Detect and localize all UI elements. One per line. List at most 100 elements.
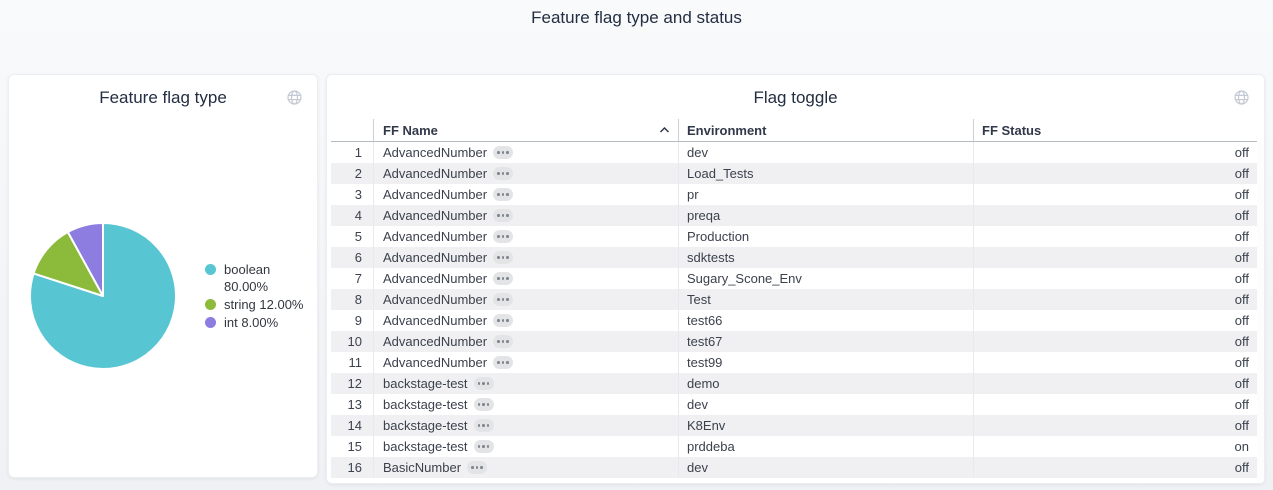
environment-cell: Production — [678, 226, 973, 247]
row-number: 3 — [331, 184, 373, 205]
ellipsis-icon[interactable] — [493, 356, 513, 369]
legend-dot — [205, 317, 216, 328]
ff-name-cell: backstage-test — [373, 394, 678, 415]
row-number: 11 — [331, 352, 373, 373]
ff-name-cell: backstage-test — [373, 373, 678, 394]
ellipsis-icon[interactable] — [493, 209, 513, 222]
table-row: 7AdvancedNumberSugary_Scone_Envoff — [331, 268, 1257, 289]
row-number: 4 — [331, 205, 373, 226]
ff-name: AdvancedNumber — [383, 145, 487, 160]
column-header-ff-status[interactable]: FF Status — [973, 119, 1257, 141]
legend-dot — [205, 299, 216, 310]
globe-icon[interactable] — [286, 89, 303, 106]
legend-item-string[interactable]: string 12.00% — [205, 296, 304, 313]
column-header-ff-name[interactable]: FF Name — [373, 119, 678, 141]
ff-name-cell: AdvancedNumber — [373, 163, 678, 184]
row-number: 8 — [331, 289, 373, 310]
environment-cell: prddeba — [678, 436, 973, 457]
ff-status-cell: off — [973, 205, 1257, 226]
ellipsis-icon[interactable] — [493, 293, 513, 306]
ellipsis-icon[interactable] — [493, 251, 513, 264]
environment-cell: Load_Tests — [678, 163, 973, 184]
ff-status-cell: off — [973, 373, 1257, 394]
ff-status-cell: off — [973, 163, 1257, 184]
row-number: 5 — [331, 226, 373, 247]
environment-cell: K8Env — [678, 415, 973, 436]
ff-name-cell: AdvancedNumber — [373, 205, 678, 226]
ff-name-cell: AdvancedNumber — [373, 352, 678, 373]
panel-feature-flag-type: Feature flag type boolean80.00%string 12… — [8, 74, 318, 478]
ff-status-cell: off — [973, 331, 1257, 352]
ellipsis-icon[interactable] — [493, 188, 513, 201]
environment-cell: preqa — [678, 205, 973, 226]
ellipsis-icon[interactable] — [493, 314, 513, 327]
table-body: 1AdvancedNumberdevoff2AdvancedNumberLoad… — [331, 142, 1257, 483]
table-row: 5AdvancedNumberProductionoff — [331, 226, 1257, 247]
ellipsis-icon[interactable] — [474, 440, 494, 453]
environment-cell: pr — [678, 184, 973, 205]
table-row: 15backstage-testprddebaon — [331, 436, 1257, 457]
ellipsis-icon[interactable] — [474, 398, 494, 411]
ellipsis-icon[interactable] — [493, 335, 513, 348]
ff-name-cell: AdvancedNumber — [373, 226, 678, 247]
environment-cell: Sugary_Scone_Env — [678, 268, 973, 289]
legend-item-int[interactable]: int 8.00% — [205, 314, 304, 331]
table-scrollbar[interactable] — [1257, 142, 1264, 483]
column-label: FF Name — [383, 123, 438, 138]
table-row: 14backstage-testK8Envoff — [331, 415, 1257, 436]
environment-cell: Test — [678, 289, 973, 310]
table-row: 11AdvancedNumbertest99off — [331, 352, 1257, 373]
table-row: 12backstage-testdemooff — [331, 373, 1257, 394]
globe-icon[interactable] — [1233, 89, 1250, 106]
legend-dot — [205, 264, 216, 275]
ff-name: backstage-test — [383, 418, 468, 433]
table-row: 10AdvancedNumbertest67off — [331, 331, 1257, 352]
ellipsis-icon[interactable] — [474, 419, 494, 432]
ff-name: AdvancedNumber — [383, 292, 487, 307]
environment-cell: dev — [678, 142, 973, 163]
row-number: 9 — [331, 310, 373, 331]
panel-flag-toggle: Flag toggle FF Name Environment FF Statu… — [326, 74, 1265, 484]
panel-title: Feature flag type — [9, 88, 317, 108]
row-number: 12 — [331, 373, 373, 394]
ff-name-cell: AdvancedNumber — [373, 289, 678, 310]
environment-cell: dev — [678, 457, 973, 478]
ff-status-cell: off — [973, 394, 1257, 415]
chevron-up-icon — [659, 126, 670, 134]
ff-name-cell: AdvancedNumber — [373, 310, 678, 331]
ff-status-cell: off — [973, 184, 1257, 205]
ff-name-cell: BasicNumber — [373, 457, 678, 478]
row-number: 7 — [331, 268, 373, 289]
ff-name-cell: backstage-test — [373, 436, 678, 457]
ellipsis-icon[interactable] — [493, 146, 513, 159]
ff-name-cell: AdvancedNumber — [373, 268, 678, 289]
ellipsis-icon[interactable] — [493, 167, 513, 180]
environment-cell: demo — [678, 373, 973, 394]
ff-name: BasicNumber — [383, 460, 461, 475]
ellipsis-icon[interactable] — [474, 377, 494, 390]
ff-status-cell: off — [973, 457, 1257, 478]
ff-status-cell: off — [973, 289, 1257, 310]
ff-name-cell: backstage-test — [373, 415, 678, 436]
column-header-environment[interactable]: Environment — [678, 119, 973, 141]
ff-name-cell: AdvancedNumber — [373, 247, 678, 268]
table-header: FF Name Environment FF Status — [331, 119, 1257, 142]
ellipsis-icon[interactable] — [493, 230, 513, 243]
ff-name: AdvancedNumber — [383, 250, 487, 265]
ff-name: AdvancedNumber — [383, 313, 487, 328]
row-number: 1 — [331, 142, 373, 163]
row-number: 15 — [331, 436, 373, 457]
environment-cell: test67 — [678, 331, 973, 352]
ff-status-cell: on — [973, 436, 1257, 457]
ellipsis-icon[interactable] — [493, 272, 513, 285]
ff-name: AdvancedNumber — [383, 229, 487, 244]
table-row: 3AdvancedNumberproff — [331, 184, 1257, 205]
table-row: 1AdvancedNumberdevoff — [331, 142, 1257, 163]
environment-cell: sdktests — [678, 247, 973, 268]
legend-item-boolean[interactable]: boolean80.00% — [205, 261, 304, 295]
row-number: 14 — [331, 415, 373, 436]
pie-chart — [23, 216, 183, 376]
ellipsis-icon[interactable] — [467, 461, 487, 474]
environment-cell: test66 — [678, 310, 973, 331]
table-row: 2AdvancedNumberLoad_Testsoff — [331, 163, 1257, 184]
